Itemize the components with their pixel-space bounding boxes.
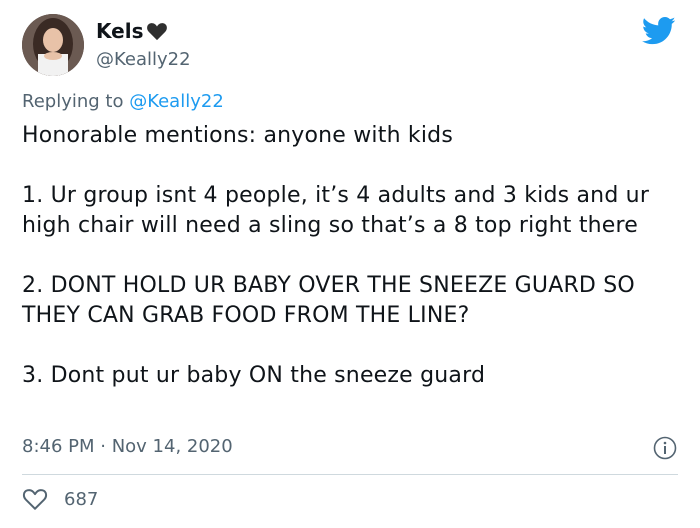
avatar-image <box>22 14 84 76</box>
replying-to: Replying to @Keally22 <box>22 91 224 112</box>
avatar[interactable] <box>22 14 84 76</box>
tweet-time: 8:46 PM <box>22 436 95 457</box>
tweet-paragraph: 1. Ur group isnt 4 people, it’s 4 adults… <box>22 183 650 238</box>
author-handle[interactable]: @Keally22 <box>96 49 191 70</box>
tweet-timestamp[interactable]: 8:46 PM · Nov 14, 2020 <box>22 436 233 457</box>
author-name-row[interactable]: Kels <box>96 19 168 43</box>
tweet-paragraph: Honorable mentions: anyone with kids <box>22 123 453 148</box>
meta-separator: · <box>94 436 112 457</box>
tweet-text: Honorable mentions: anyone with kids 1. … <box>22 121 672 391</box>
display-name[interactable]: Kels <box>96 19 143 43</box>
info-icon[interactable] <box>653 436 677 460</box>
like-count: 687 <box>64 488 99 510</box>
divider <box>22 474 678 475</box>
tweet-paragraph: 2. DONT HOLD UR BABY OVER THE SNEEZE GUA… <box>22 273 635 328</box>
replying-to-prefix: Replying to <box>22 91 130 112</box>
heart-icon <box>147 23 168 41</box>
reply-mention-link[interactable]: @Keally22 <box>129 91 224 112</box>
like-heart-icon <box>22 489 48 510</box>
twitter-bird-icon[interactable] <box>642 16 676 46</box>
like-button[interactable]: 687 <box>22 487 98 511</box>
tweet-paragraph: 3. Dont put ur baby ON the sneeze guard <box>22 363 486 388</box>
tweet-date: Nov 14, 2020 <box>111 436 233 457</box>
